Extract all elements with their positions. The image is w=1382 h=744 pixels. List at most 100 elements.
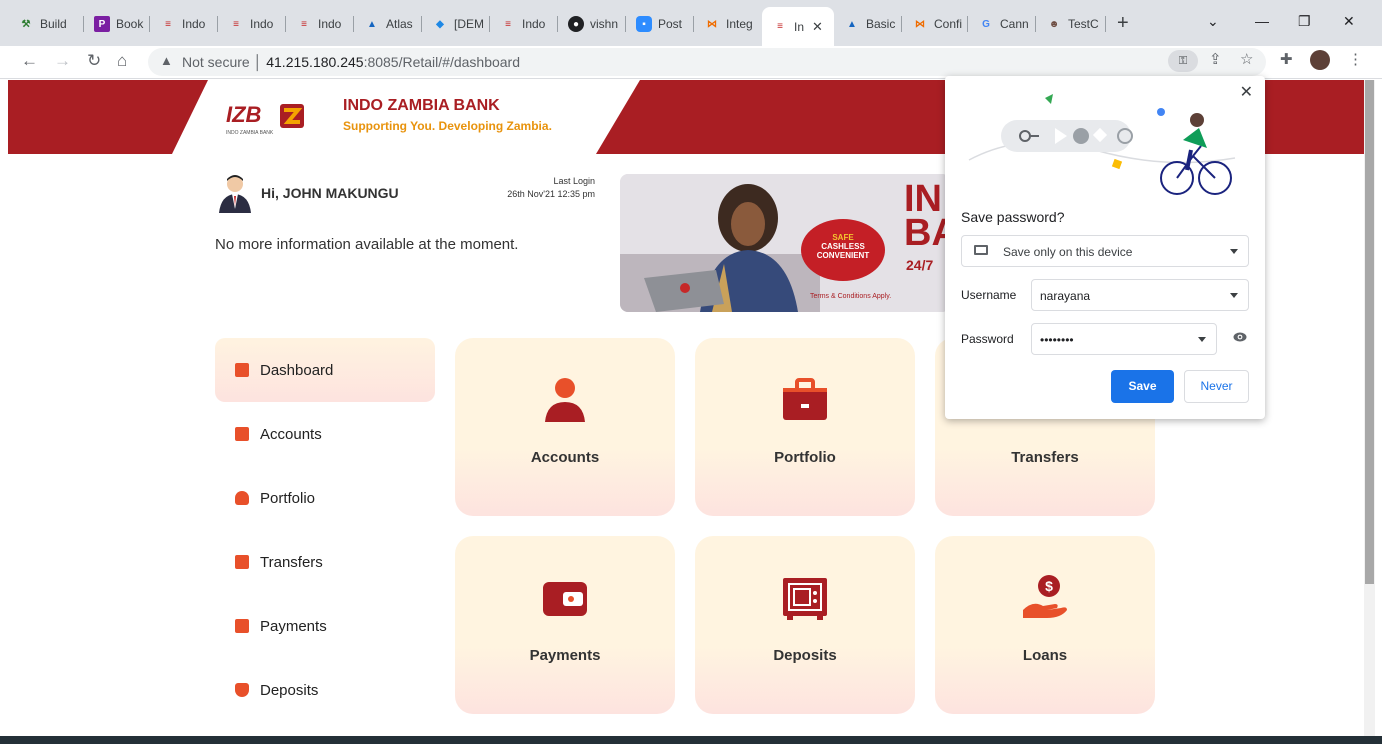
menu-icon[interactable]: ⋮: [1348, 50, 1363, 68]
tile-label: Accounts: [530, 449, 600, 466]
browser-tab-active[interactable]: ≡ In ✕: [762, 7, 834, 46]
sidebar-item-portfolio[interactable]: Portfolio: [215, 466, 435, 530]
wallet-icon: [543, 582, 587, 616]
restore-icon[interactable]: ❐: [1298, 13, 1311, 30]
zoom-favicon-icon: ▪: [636, 16, 652, 32]
tile-accounts[interactable]: Accounts: [455, 338, 675, 516]
tile-label: Payments: [529, 647, 601, 664]
google-favicon-icon: G: [982, 18, 990, 30]
payments-icon: [235, 619, 249, 633]
chevron-down-icon: [1198, 337, 1206, 342]
profile-avatar[interactable]: [1310, 50, 1330, 70]
tab-label: vishn: [590, 17, 619, 31]
home-icon[interactable]: ⌂: [117, 51, 127, 71]
url-text: Not secure │ 41.215.180.245:8085/Retail/…: [182, 54, 521, 70]
reload-icon[interactable]: ↻: [87, 51, 101, 71]
browser-tab[interactable]: ▪ Post: [626, 9, 694, 39]
izb-favicon-icon: ≡: [505, 18, 511, 30]
sidebar-item-accounts[interactable]: Accounts: [215, 402, 435, 466]
atlassian-favicon-icon: ▲: [367, 18, 377, 30]
sidebar-item-dashboard[interactable]: Dashboard: [215, 338, 435, 402]
browser-tab[interactable]: ● vishn: [558, 9, 626, 39]
tab-label: In: [794, 19, 805, 34]
tab-label: Indo: [182, 17, 206, 31]
extensions-icon[interactable]: ✚: [1280, 50, 1293, 68]
browser-tab[interactable]: P Book: [84, 9, 150, 39]
sidebar-item-label: Deposits: [260, 681, 319, 699]
promo-badge-line3: CONVENIENT: [816, 251, 870, 260]
browser-tab[interactable]: ≡ Indo: [490, 9, 558, 39]
bank-name: INDO ZAMBIA BANK: [343, 97, 500, 114]
user-icon: [545, 378, 585, 422]
share-icon[interactable]: ⇪: [1209, 50, 1222, 68]
izb-favicon-icon: ≡: [301, 18, 307, 30]
svg-text:$: $: [1045, 578, 1053, 594]
never-button[interactable]: Never: [1184, 370, 1249, 403]
jira-favicon-icon: ◆: [436, 18, 444, 30]
password-key-icon[interactable]: ⚿: [1168, 50, 1198, 72]
tile-deposits[interactable]: Deposits: [695, 536, 915, 714]
address-bar[interactable]: ▲ Not secure │ 41.215.180.245:8085/Retai…: [148, 48, 1266, 76]
sidebar-item-label: Transfers: [260, 553, 323, 571]
last-login: Last Login 26th Nov'21 12:35 pm: [507, 175, 595, 201]
back-icon[interactable]: ←: [21, 51, 38, 71]
password-field[interactable]: ••••••••: [1031, 323, 1217, 355]
chevron-down-icon: [1230, 249, 1238, 254]
browser-tab[interactable]: ≡ Indo: [150, 9, 218, 39]
portfolio-icon: [235, 491, 249, 505]
tab-search-icon[interactable]: ⌄: [1207, 13, 1219, 30]
p-favicon-icon: P: [94, 16, 110, 32]
warning-icon[interactable]: ▲: [160, 53, 173, 68]
new-tab-icon[interactable]: +: [1117, 12, 1129, 35]
eye-icon[interactable]: [1233, 332, 1247, 342]
tab-label: Indo: [522, 17, 546, 31]
password-label: Password: [961, 332, 1014, 346]
browser-tab[interactable]: ⋈ Integ: [694, 9, 762, 39]
promo-headline-line2: BA: [904, 212, 950, 254]
github-favicon-icon: ●: [568, 16, 584, 32]
forward-icon[interactable]: →: [54, 51, 71, 71]
browser-tab[interactable]: ⋈ Confi: [902, 9, 968, 39]
tile-loans[interactable]: $ Loans: [935, 536, 1155, 714]
izb-favicon-icon: ≡: [233, 18, 239, 30]
save-button[interactable]: Save: [1111, 370, 1174, 403]
tile-label: Transfers: [1011, 449, 1079, 466]
promo-badge: SAFE CASHLESS CONVENIENT: [801, 219, 885, 281]
storage-select[interactable]: Save only on this device: [961, 235, 1249, 267]
bookmark-star-icon[interactable]: ☆: [1240, 50, 1253, 68]
tile-portfolio[interactable]: Portfolio: [695, 338, 915, 516]
sidebar-item-payments[interactable]: Payments: [215, 594, 435, 658]
tab-label: Indo: [250, 17, 274, 31]
close-tab-icon[interactable]: ✕: [812, 19, 823, 35]
password-value: ••••••••: [1040, 333, 1074, 347]
promo-headline-line1: IN: [904, 178, 942, 220]
username-field[interactable]: narayana: [1031, 279, 1249, 311]
tab-label: TestC: [1068, 17, 1099, 31]
close-window-icon[interactable]: ✕: [1343, 13, 1355, 30]
postman-favicon-icon: ⋈: [707, 18, 717, 30]
sidebar-item-deposits[interactable]: Deposits: [215, 658, 435, 722]
browser-tab[interactable]: ⚒ Build: [8, 9, 84, 39]
taskbar-strip: [0, 736, 1382, 744]
sidebar-item-transfers[interactable]: Transfers: [215, 530, 435, 594]
laptop-icon: [974, 245, 988, 255]
sidebar-item-label: Payments: [260, 617, 327, 635]
dashboard-icon: [235, 363, 249, 377]
atlassian-favicon-icon: ▲: [847, 18, 857, 30]
browser-tab[interactable]: ≡ Indo: [218, 9, 286, 39]
page-scrollbar-thumb[interactable]: [1365, 80, 1374, 584]
browser-tab[interactable]: G Cann: [968, 9, 1036, 39]
tile-payments[interactable]: Payments: [455, 536, 675, 714]
browser-tab[interactable]: ▲ Basic: [834, 9, 902, 39]
minimize-icon[interactable]: —: [1255, 13, 1269, 29]
browser-tab[interactable]: ◆ [DEM: [422, 9, 490, 39]
dialog-title: Save password?: [961, 209, 1065, 225]
browser-tab[interactable]: ≡ Indo: [286, 9, 354, 39]
briefcase-icon: [783, 378, 827, 420]
sidebar-item-label: Dashboard: [260, 361, 334, 379]
browser-tab[interactable]: ☻ TestC: [1036, 9, 1106, 39]
promo-banner[interactable]: IN BA 24/7 SAFE CASHLESS CONVENIENT Term…: [620, 174, 950, 312]
tab-strip: ⚒ Build P Book ≡ Indo ≡ Indo ≡ Indo ▲ At…: [0, 0, 1382, 46]
postman-favicon-icon: ⋈: [915, 18, 925, 30]
browser-tab[interactable]: ▲ Atlas: [354, 9, 422, 39]
